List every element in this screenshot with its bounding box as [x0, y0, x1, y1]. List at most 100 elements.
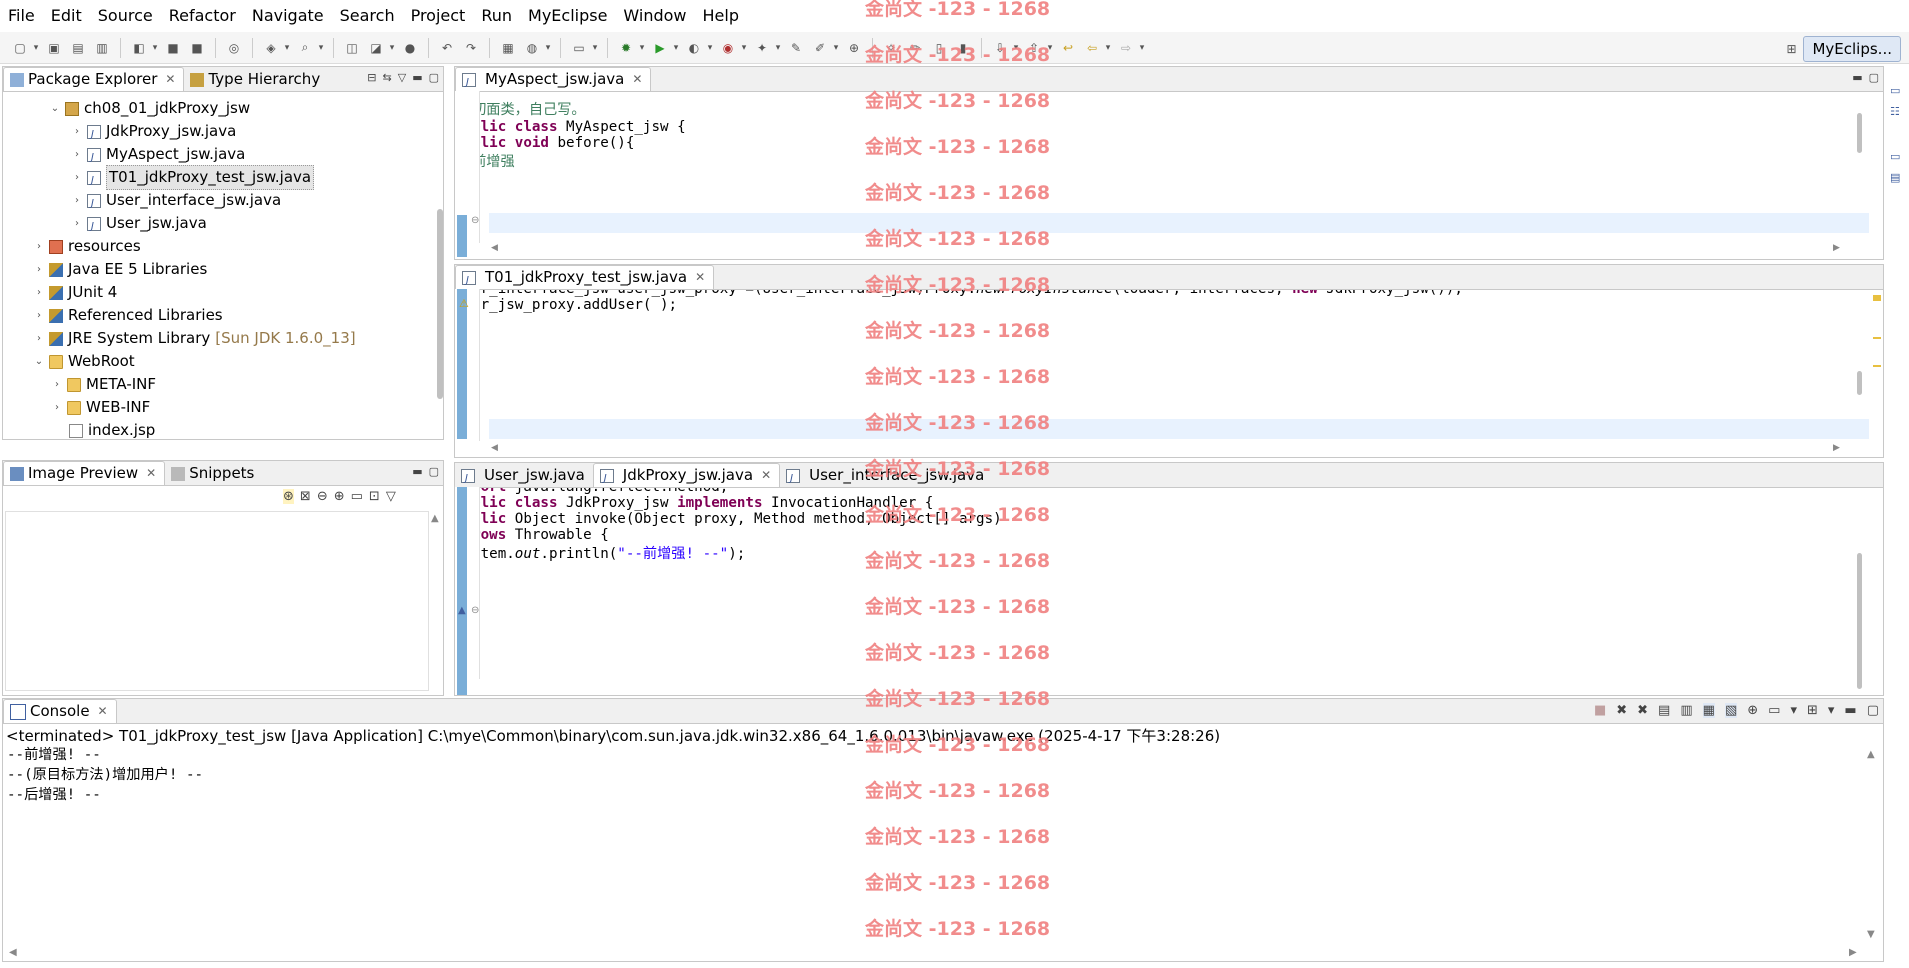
chevron-down-icon[interactable]: ▾	[32, 39, 40, 57]
link-icon[interactable]: ⊕	[845, 39, 863, 57]
clear-console-icon[interactable]: ▤	[1658, 703, 1670, 718]
close-icon[interactable]: ✕	[761, 464, 771, 487]
scroll-left-icon[interactable]: ◀	[491, 243, 498, 253]
chevron-right-icon[interactable]: ›	[33, 235, 45, 258]
chevron-down-icon[interactable]: ▾	[1046, 39, 1054, 57]
show-stdout-icon[interactable]: ▦	[1702, 703, 1715, 718]
chevron-down-icon[interactable]: ▾	[672, 39, 680, 57]
column-icon[interactable]: ▮	[954, 39, 972, 57]
override-icon[interactable]: ▲	[458, 605, 466, 616]
tree-item[interactable]: › Java EE 5 Libraries	[33, 258, 207, 281]
tab-t01[interactable]: T01_jdkProxy_test_jsw.java ✕	[455, 265, 715, 292]
task-icon[interactable]: ▦	[499, 39, 517, 57]
warning-icon[interactable]: ⚠	[459, 297, 469, 310]
pen-icon[interactable]: ✏	[906, 39, 924, 57]
chevron-right-icon[interactable]: ›	[51, 373, 63, 396]
scroll-left-icon[interactable]: ◀	[9, 947, 17, 958]
chevron-down-icon[interactable]: ▾	[706, 39, 714, 57]
maximize-icon[interactable]: ▢	[429, 465, 439, 478]
menu-refactor[interactable]: Refactor	[161, 0, 244, 32]
tab-jdkproxy[interactable]: JdkProxy_jsw.java ✕	[592, 463, 781, 490]
chevron-down-icon[interactable]: ⌄	[49, 97, 61, 120]
tab-snippets[interactable]: Snippets	[165, 462, 262, 485]
menu-file[interactable]: File	[0, 0, 43, 32]
tab-user[interactable]: User_jsw.java	[455, 464, 593, 490]
tab-user-interface[interactable]: User_interface_jsw.java	[780, 464, 992, 490]
minimize-icon[interactable]: ▬	[1844, 703, 1856, 718]
display-console-icon[interactable]: ▭	[1768, 703, 1780, 718]
config-icon[interactable]: ◍	[523, 39, 541, 57]
forward-icon[interactable]: ⇨	[1117, 39, 1135, 57]
link-icon[interactable]: ⊛	[283, 489, 294, 504]
link-editor-icon[interactable]: ⇆	[383, 71, 392, 84]
chevron-down-icon[interactable]: ▾	[774, 39, 782, 57]
tree-item[interactable]: › JdkProxy_jsw.java	[71, 120, 236, 146]
open-type-icon[interactable]: ◫	[343, 39, 361, 57]
save-icon[interactable]: ▣	[45, 39, 63, 57]
fit-window-icon[interactable]: ⊡	[369, 489, 380, 504]
close-icon[interactable]: ✕	[146, 462, 156, 485]
monitor-icon[interactable]: ▭	[570, 39, 588, 57]
view-menu-icon[interactable]: ▽	[398, 71, 406, 84]
tab-type-hierarchy[interactable]: Type Hierarchy	[184, 68, 328, 91]
chevron-down-icon[interactable]: ▾	[1012, 39, 1020, 57]
chevron-down-icon[interactable]: ▾	[638, 39, 646, 57]
external-tools-icon[interactable]: ◉	[719, 39, 737, 57]
scroll-up-icon[interactable]: ▲	[1867, 749, 1875, 760]
tool-icon[interactable]: ✦	[753, 39, 771, 57]
new-project-icon[interactable]: ◧	[130, 39, 148, 57]
properties-icon[interactable]: ▤	[1890, 171, 1906, 184]
maximize-icon[interactable]: ▢	[1869, 71, 1879, 84]
minimize-icon[interactable]: ▬	[1852, 71, 1862, 84]
close-icon[interactable]: ✕	[165, 68, 175, 91]
chevron-right-icon[interactable]: ›	[71, 120, 83, 143]
tree-item[interactable]: index.jsp	[53, 419, 155, 439]
open-resource-icon[interactable]: ◪	[367, 39, 385, 57]
next-annotation-icon[interactable]: ⇩	[991, 39, 1009, 57]
chevron-right-icon[interactable]: ›	[71, 166, 83, 189]
chevron-down-icon[interactable]: ▾	[388, 39, 396, 57]
minimize-icon[interactable]: ▬	[412, 71, 422, 84]
scrollbar-thumb[interactable]	[1857, 553, 1862, 689]
tree-item[interactable]: › MyAspect_jsw.java	[71, 143, 245, 169]
open-console-icon[interactable]: ⊞	[1807, 703, 1818, 718]
remove-all-icon[interactable]: ✖	[1637, 703, 1648, 718]
fit-icon[interactable]: ⊠	[300, 489, 311, 504]
console-output[interactable]: --前增强! -- --(原目标方法)增加用户! -- --后增强! --	[7, 745, 203, 805]
terminate-icon[interactable]: ■	[1594, 703, 1606, 718]
menu-source[interactable]: Source	[90, 0, 161, 32]
tree-item[interactable]: ⌄ WebRoot	[33, 350, 135, 373]
tab-console[interactable]: Console ✕	[3, 699, 117, 723]
perspective-button[interactable]: MyEclips...	[1803, 36, 1901, 62]
scroll-right-icon[interactable]: ▶	[1833, 243, 1840, 253]
chevron-down-icon[interactable]: ▾	[151, 39, 159, 57]
menu-navigate[interactable]: Navigate	[244, 0, 332, 32]
close-icon[interactable]: ✕	[632, 68, 642, 91]
tree-item[interactable]: › Referenced Libraries	[33, 304, 223, 327]
outline-icon[interactable]: ☷	[1890, 105, 1906, 118]
scrollbar-thumb[interactable]	[1857, 113, 1862, 153]
scroll-up-icon[interactable]: ▲	[431, 513, 439, 524]
chevron-right-icon[interactable]: ›	[33, 327, 45, 350]
view-menu-icon[interactable]: ▽	[386, 489, 396, 504]
chevron-down-icon[interactable]: ▾	[740, 39, 748, 57]
undo-edit-icon[interactable]: ↶	[438, 39, 456, 57]
maximize-icon[interactable]: ▢	[429, 71, 439, 84]
redo-edit-icon[interactable]: ↷	[462, 39, 480, 57]
chevron-down-icon[interactable]: ▾	[283, 39, 291, 57]
scrollbar-thumb[interactable]	[1857, 371, 1862, 395]
maximize-icon[interactable]: ▢	[1867, 703, 1879, 718]
tab-myaspect[interactable]: MyAspect_jsw.java ✕	[455, 67, 652, 94]
bookmark-icon[interactable]: ✎	[787, 39, 805, 57]
package-icon[interactable]: ■	[164, 39, 182, 57]
annotation-icon[interactable]: ✧	[882, 39, 900, 57]
deploy-icon[interactable]: ◈	[262, 39, 280, 57]
menu-window[interactable]: Window	[615, 0, 694, 32]
open-perspective-icon[interactable]: ⊞	[1782, 40, 1800, 58]
tree-item[interactable]: › resources	[33, 235, 141, 258]
debug-icon[interactable]: ✹	[617, 39, 635, 57]
tree-item[interactable]: › WEB-INF	[51, 396, 150, 419]
globe-icon[interactable]: ●	[401, 39, 419, 57]
menu-edit[interactable]: Edit	[43, 0, 90, 32]
menu-help[interactable]: Help	[695, 0, 747, 32]
